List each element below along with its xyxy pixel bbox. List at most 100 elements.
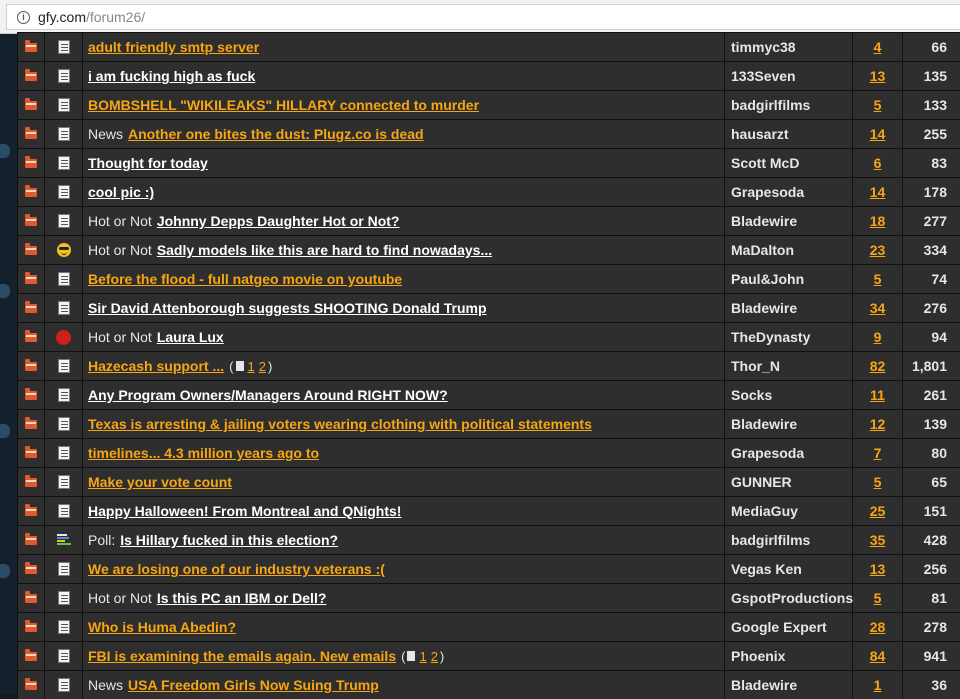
last-poster: Bladewire [725, 410, 852, 438]
thread-title-link[interactable]: Make your vote count [88, 474, 232, 490]
thread-prefix: Hot or Not [88, 242, 152, 258]
multipage-icon [407, 651, 416, 661]
reply-count-link[interactable]: 5 [874, 97, 882, 113]
last-poster: Socks [725, 381, 852, 409]
thread-title-link[interactable]: i am fucking high as fuck [88, 68, 255, 84]
thread-title-link[interactable]: Laura Lux [157, 329, 224, 345]
reply-count-link[interactable]: 18 [870, 213, 886, 229]
thread-title-link[interactable]: BOMBSHELL "WIKILEAKS" HILLARY connected … [88, 97, 479, 113]
thread-title-link[interactable]: Thought for today [88, 155, 208, 171]
thread-title-link[interactable]: USA Freedom Girls Now Suing Trump [128, 677, 379, 693]
reply-count-link[interactable]: 82 [870, 358, 886, 374]
thread-title-link[interactable]: timelines... 4.3 million years ago to [88, 445, 319, 461]
reply-count-link[interactable]: 12 [870, 416, 886, 432]
last-poster: Paul&John [725, 265, 852, 293]
replies-cell: 13 [853, 62, 902, 90]
thread-title-link[interactable]: Hazecash support ... [88, 358, 224, 374]
thread-icon-cell [45, 352, 82, 380]
info-icon[interactable]: i [17, 10, 30, 24]
folder-icon [25, 97, 37, 110]
thread-title-cell: cool pic :) [83, 178, 724, 206]
thread-title-link[interactable]: Before the flood - full natgeo movie on … [88, 271, 402, 287]
thread-row: cool pic :) Grapesoda 14 178 [17, 177, 960, 206]
reply-count-link[interactable]: 6 [874, 155, 882, 171]
reply-count-link[interactable]: 28 [870, 619, 886, 635]
thread-row: Make your vote count GUNNER 5 65 [17, 467, 960, 496]
thread-row: Sir David Attenborough suggests SHOOTING… [17, 293, 960, 322]
browser-address-bar: i gfy.com/forum26/ [0, 0, 960, 34]
reply-count-link[interactable]: 34 [870, 300, 886, 316]
reply-count-link[interactable]: 25 [870, 503, 886, 519]
reply-count-link[interactable]: 5 [874, 474, 882, 490]
thread-row: Hot or Not Is this PC an IBM or Dell? Gspo… [17, 583, 960, 612]
last-poster: Bladewire [725, 207, 852, 235]
thread-title-link[interactable]: Sadly models like this are hard to find … [157, 242, 492, 258]
thread-status-cell [18, 149, 44, 177]
thread-title-link[interactable]: cool pic :) [88, 184, 154, 200]
thread-title-link[interactable]: Any Program Owners/Managers Around RIGHT… [88, 387, 448, 403]
reply-count-link[interactable]: 5 [874, 271, 882, 287]
view-count: 139 [903, 410, 960, 438]
reply-count-link[interactable]: 5 [874, 590, 882, 606]
reply-count-link[interactable]: 35 [870, 532, 886, 548]
last-poster: Google Expert [725, 613, 852, 641]
reply-count-link[interactable]: 11 [870, 387, 885, 403]
page-link[interactable]: 2 [431, 649, 438, 664]
last-poster: badgirlfilms [725, 91, 852, 119]
replies-cell: 34 [853, 294, 902, 322]
thread-title-link[interactable]: Happy Halloween! From Montreal and QNigh… [88, 503, 401, 519]
thread-title-link[interactable]: Who is Huma Abedin? [88, 619, 236, 635]
folder-icon [25, 126, 37, 139]
doc-icon [57, 388, 70, 402]
folder-icon [25, 648, 37, 661]
url-field[interactable]: i gfy.com/forum26/ [6, 4, 960, 30]
thread-status-cell [18, 265, 44, 293]
folder-icon [25, 619, 37, 632]
view-count: 36 [903, 671, 960, 699]
view-count: 135 [903, 62, 960, 90]
view-count: 83 [903, 149, 960, 177]
folder-icon [25, 503, 37, 516]
view-count: 276 [903, 294, 960, 322]
replies-cell: 11 [853, 381, 902, 409]
thread-title-link[interactable]: FBI is examining the emails again. New e… [88, 648, 396, 664]
reply-count-link[interactable]: 9 [874, 329, 882, 345]
thread-title-link[interactable]: Johnny Depps Daughter Hot or Not? [157, 213, 400, 229]
page-link[interactable]: 2 [259, 359, 266, 374]
thread-title-link[interactable]: Texas is arresting & jailing voters wear… [88, 416, 592, 432]
replies-cell: 5 [853, 265, 902, 293]
reply-count-link[interactable]: 1 [874, 677, 882, 693]
reply-count-link[interactable]: 4 [874, 39, 882, 55]
thread-title-link[interactable]: Is Hillary fucked in this election? [120, 532, 338, 548]
thread-title-link[interactable]: adult friendly smtp server [88, 39, 259, 55]
reply-count-link[interactable]: 14 [870, 184, 886, 200]
thread-title-cell: Who is Huma Abedin? [83, 613, 724, 641]
thread-title-cell: We are losing one of our industry vetera… [83, 555, 724, 583]
reply-count-link[interactable]: 23 [870, 242, 886, 258]
thread-title-link[interactable]: We are losing one of our industry vetera… [88, 561, 385, 577]
page-link[interactable]: 1 [419, 649, 426, 664]
thread-row: adult friendly smtp server timmyc38 4 66 [17, 32, 960, 61]
reply-count-link[interactable]: 13 [870, 561, 886, 577]
reply-count-link[interactable]: 13 [870, 68, 886, 84]
thread-row: BOMBSHELL "WIKILEAKS" HILLARY connected … [17, 90, 960, 119]
reply-count-link[interactable]: 84 [870, 648, 886, 664]
multipage-icon [235, 361, 244, 371]
reply-count-link[interactable]: 7 [874, 445, 882, 461]
url-text[interactable]: gfy.com/forum26/ [38, 9, 145, 25]
thread-prefix: News [88, 126, 124, 142]
page-link[interactable]: 1 [248, 359, 255, 374]
reply-count-link[interactable]: 14 [870, 126, 886, 142]
thread-list: adult friendly smtp server timmyc38 4 66 i a… [17, 32, 960, 699]
thread-title-link[interactable]: Sir David Attenborough suggests SHOOTING… [88, 300, 487, 316]
thread-row: We are losing one of our industry vetera… [17, 554, 960, 583]
last-poster: Bladewire [725, 294, 852, 322]
doc-icon [57, 214, 70, 228]
replies-cell: 5 [853, 468, 902, 496]
thread-status-cell [18, 642, 44, 670]
thread-title-link[interactable]: Another one bites the dust: Plugz.co is … [128, 126, 424, 142]
thread-title-link[interactable]: Is this PC an IBM or Dell? [157, 590, 327, 606]
doc-icon [57, 446, 70, 460]
view-count: 941 [903, 642, 960, 670]
thread-row: Who is Huma Abedin? Google Expert 28 278 [17, 612, 960, 641]
